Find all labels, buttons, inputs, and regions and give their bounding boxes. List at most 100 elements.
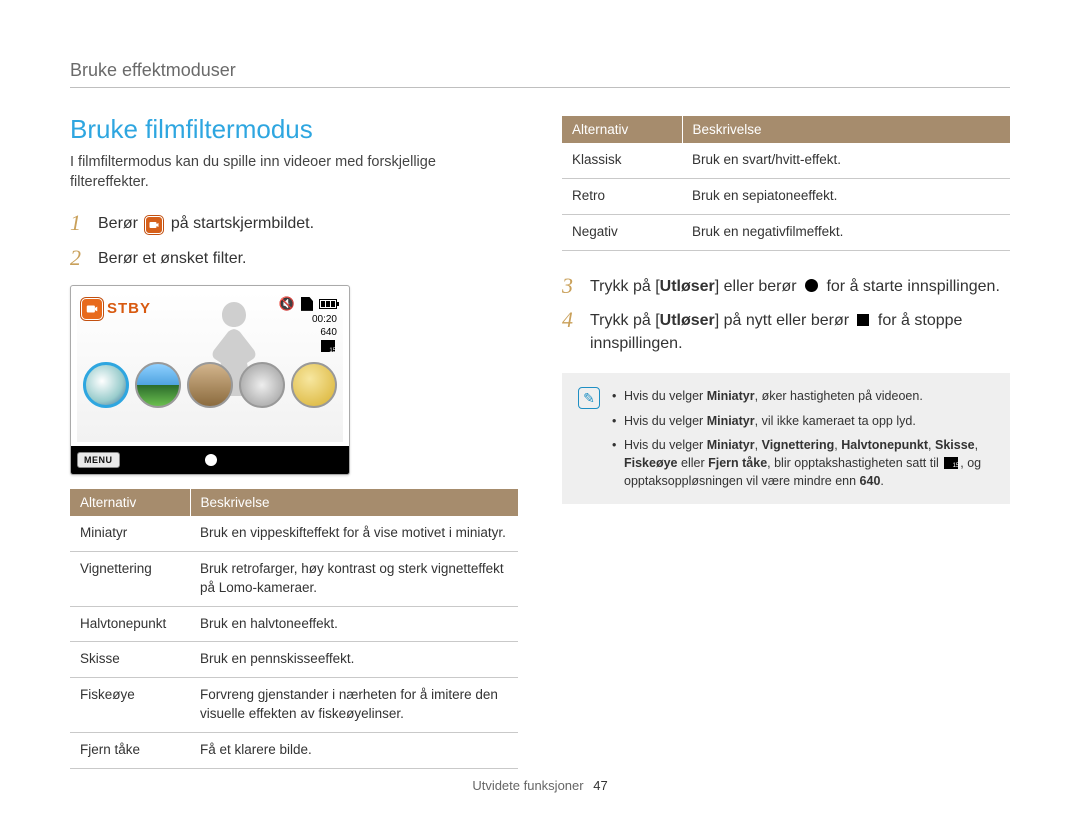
record-button[interactable] (205, 454, 217, 466)
intro-text: I filmfiltermodus kan du spille inn vide… (70, 153, 518, 192)
steps-left: 1 Berør på startskjermbildet. 2 Berør et… (70, 210, 518, 271)
step-4: 4 Trykk på [Utløser] på nytt eller berør… (562, 307, 1010, 355)
two-column-layout: Bruke filmfiltermodus I filmfiltermodus … (70, 114, 1010, 769)
t: , blir opptakshastigheten satt til (767, 456, 942, 470)
mute-icon: 🔇 (279, 296, 295, 312)
shutter-bold: Utløser (660, 312, 715, 329)
left-column: Bruke filmfiltermodus I filmfiltermodus … (70, 114, 518, 769)
t: Hvis du velger (624, 389, 707, 403)
opt-name: Halvtonepunkt (70, 606, 190, 642)
table-row: KlassiskBruk en svart/hvitt-effekt. (562, 143, 1010, 178)
table-row: Fjern tåkeFå et klarere bilde. (70, 733, 518, 769)
standby-indicator: STBY (81, 298, 151, 320)
options-table-left: Alternativ Beskrivelse MiniatyrBruk en v… (70, 489, 518, 769)
sd-card-icon (301, 297, 313, 311)
record-icon (805, 279, 818, 292)
vf-top-right: 🔇 (279, 296, 337, 312)
opt-desc: Bruk retrofarger, høy kontrast og sterk … (190, 551, 518, 606)
page-title: Bruke filmfiltermodus (70, 114, 518, 145)
t: , øker hastigheten på videoen. (755, 389, 923, 403)
filter-thumb-5[interactable] (291, 362, 337, 408)
opt-desc: Bruk en vippeskifteffekt for å vise moti… (190, 516, 518, 551)
note-item: Hvis du velger Miniatyr, Vignettering, H… (612, 436, 994, 490)
steps-right: 3 Trykk på [Utløser] eller berør for å s… (562, 273, 1010, 356)
right-column: Alternativ Beskrivelse KlassiskBruk en s… (562, 114, 1010, 769)
t: Miniatyr (707, 389, 755, 403)
table-row: MiniatyrBruk en vippeskifteffekt for å v… (70, 516, 518, 551)
note-item: Hvis du velger Miniatyr, øker hastighete… (612, 387, 994, 405)
opt-desc: Bruk en negativfilmeffekt. (682, 214, 1010, 250)
camera-bottom-bar: MENU (71, 446, 349, 474)
t: Vignettering (762, 438, 835, 452)
th-beskrivelse: Beskrivelse (682, 116, 1010, 143)
opt-name: Retro (562, 178, 682, 214)
table-row: SkisseBruk en pennskisseeffekt. (70, 642, 518, 678)
opt-desc: Bruk en pennskisseeffekt. (190, 642, 518, 678)
th-alternativ: Alternativ (70, 489, 190, 516)
t: Miniatyr (707, 414, 755, 428)
opt-name: Vignettering (70, 551, 190, 606)
opt-desc: Bruk en sepiatoneeffekt. (682, 178, 1010, 214)
filter-thumb-2[interactable] (135, 362, 181, 408)
t: . (880, 474, 883, 488)
t: Fiskeøye (624, 456, 678, 470)
step-text-before: Berør (98, 215, 142, 232)
t: Trykk på [ (590, 312, 660, 329)
filter-thumb-1[interactable] (83, 362, 129, 408)
footer-section: Utvidete funksjoner (472, 778, 583, 793)
viewfinder: STBY 🔇 00:20 640 (77, 292, 343, 442)
t: Skisse (935, 438, 975, 452)
filter-thumbnails (83, 362, 337, 408)
breadcrumb: Bruke effektmoduser (70, 60, 1010, 81)
note-item: Hvis du velger Miniatyr, vil ikke kamera… (612, 412, 994, 430)
step-number: 4 (562, 307, 580, 333)
opt-desc: Få et klarere bilde. (190, 733, 518, 769)
table-row: NegativBruk en negativfilmeffekt. (562, 214, 1010, 250)
t: ] eller berør (715, 278, 801, 295)
framerate-icon (321, 340, 335, 352)
t: Trykk på [ (590, 278, 660, 295)
battery-icon (319, 299, 337, 309)
vf-info: 00:20 640 (312, 314, 337, 352)
step-text-after: på startskjermbildet. (171, 215, 314, 232)
t: ] på nytt eller berør (715, 312, 854, 329)
t: , vil ikke kameraet ta opp lyd. (755, 414, 916, 428)
step-1: 1 Berør på startskjermbildet. (70, 210, 518, 236)
opt-name: Fiskeøye (70, 678, 190, 733)
divider (70, 87, 1010, 88)
stop-icon (857, 314, 869, 326)
opt-desc: Bruk en halvtoneeffekt. (190, 606, 518, 642)
step-number: 1 (70, 210, 88, 236)
rec-time: 00:20 (312, 314, 337, 325)
step-text: Trykk på [Utløser] eller berør for å sta… (590, 273, 1010, 298)
step-3: 3 Trykk på [Utløser] eller berør for å s… (562, 273, 1010, 299)
t: 640 (860, 474, 881, 488)
table-row: HalvtonepunktBruk en halvtoneeffekt. (70, 606, 518, 642)
opt-name: Negativ (562, 214, 682, 250)
t: Miniatyr (707, 438, 755, 452)
note-list: Hvis du velger Miniatyr, øker hastighete… (612, 387, 994, 490)
options-table-right: Alternativ Beskrivelse KlassiskBruk en s… (562, 116, 1010, 251)
t: Hvis du velger (624, 438, 707, 452)
page-footer: Utvidete funksjoner 47 (0, 778, 1080, 793)
note-icon: ✎ (578, 387, 600, 409)
step-2: 2 Berør et ønsket filter. (70, 245, 518, 271)
step-text: Berør et ønsket filter. (98, 245, 518, 270)
step-text: Trykk på [Utløser] på nytt eller berør f… (590, 307, 1010, 355)
t: for å starte innspillingen. (822, 278, 1000, 295)
filter-thumb-3[interactable] (187, 362, 233, 408)
resolution-label: 640 (320, 327, 337, 338)
filter-thumb-4[interactable] (239, 362, 285, 408)
step-text: Berør på startskjermbildet. (98, 210, 518, 235)
step-number: 2 (70, 245, 88, 271)
th-beskrivelse: Beskrivelse (190, 489, 518, 516)
opt-name: Miniatyr (70, 516, 190, 551)
t: Fjern tåke (708, 456, 767, 470)
page-number: 47 (593, 778, 607, 793)
shutter-bold: Utløser (660, 278, 715, 295)
menu-button[interactable]: MENU (77, 452, 120, 468)
opt-name: Fjern tåke (70, 733, 190, 769)
camera-screenshot: STBY 🔇 00:20 640 (70, 285, 350, 475)
stby-label: STBY (107, 300, 151, 317)
movie-filter-icon (81, 298, 103, 320)
